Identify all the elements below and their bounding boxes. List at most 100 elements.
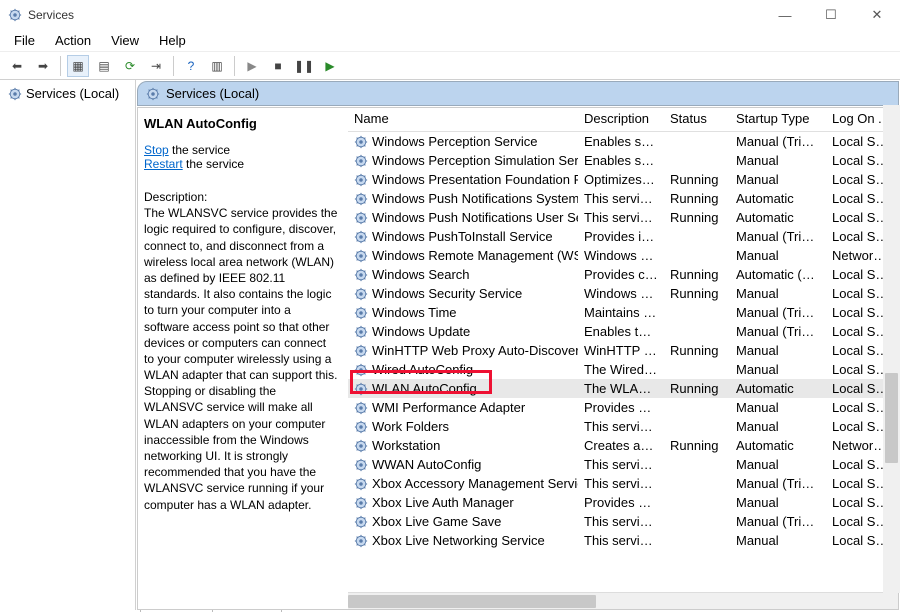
- restart-service-button[interactable]: ▶: [319, 55, 341, 77]
- properties-button[interactable]: ▤: [93, 55, 115, 77]
- show-hide-tree-button[interactable]: ▦: [67, 55, 89, 77]
- forward-button[interactable]: ➡: [32, 55, 54, 77]
- service-startup-type: Manual: [730, 416, 826, 437]
- service-name: Xbox Live Auth Manager: [372, 495, 514, 510]
- service-description: Provides per...: [578, 397, 664, 418]
- stop-service-button[interactable]: ■: [267, 55, 289, 77]
- service-status: [664, 329, 730, 335]
- service-row[interactable]: Windows TimeMaintains d...Manual (Trigg.…: [348, 303, 898, 322]
- maximize-button[interactable]: ☐: [808, 0, 854, 30]
- service-row[interactable]: Windows Presentation Foundation Fo...Opt…: [348, 170, 898, 189]
- gear-icon: [354, 230, 368, 244]
- service-name: Windows PushToInstall Service: [372, 229, 553, 244]
- gear-icon: [354, 458, 368, 472]
- service-row[interactable]: Xbox Live Game SaveThis service ...Manua…: [348, 512, 898, 531]
- service-row[interactable]: Work FoldersThis service ...ManualLocal …: [348, 417, 898, 436]
- service-startup-type: Manual: [730, 492, 826, 513]
- service-status: [664, 367, 730, 373]
- service-startup-type: Manual: [730, 169, 826, 190]
- stop-service-link[interactable]: Stop: [144, 143, 169, 157]
- gear-icon: [146, 87, 160, 101]
- service-status: Running: [664, 435, 730, 456]
- tree-pane: Services (Local): [0, 80, 136, 610]
- service-startup-type: Automatic: [730, 378, 826, 399]
- service-status: [664, 500, 730, 506]
- service-row[interactable]: Windows Perception ServiceEnables spat..…: [348, 132, 898, 151]
- vertical-scrollbar[interactable]: [883, 105, 900, 593]
- service-name: WLAN AutoConfig: [372, 381, 477, 396]
- service-description: This service ...: [578, 416, 664, 437]
- gear-icon: [354, 268, 368, 282]
- service-description: Provides infr...: [578, 226, 664, 247]
- toolbar-divider: [234, 56, 235, 76]
- service-name: Windows Push Notifications User Servi...: [372, 210, 578, 225]
- service-row[interactable]: Xbox Live Networking ServiceThis service…: [348, 531, 898, 550]
- help-button[interactable]: ?: [180, 55, 202, 77]
- service-row[interactable]: WinHTTP Web Proxy Auto-Discovery S...Win…: [348, 341, 898, 360]
- stop-service-line: Stop the service: [144, 143, 338, 157]
- restart-service-link[interactable]: Restart: [144, 157, 183, 171]
- menu-help[interactable]: Help: [151, 31, 194, 50]
- service-row[interactable]: Xbox Accessory Management ServiceThis se…: [348, 474, 898, 493]
- col-description[interactable]: Description: [578, 108, 664, 131]
- service-startup-type: Manual (Trigg...: [730, 511, 826, 532]
- service-startup-type: Automatic (De...: [730, 264, 826, 285]
- gear-icon: [354, 363, 368, 377]
- service-status: Running: [664, 169, 730, 190]
- service-row[interactable]: WLAN AutoConfigThe WLANS...RunningAutoma…: [348, 379, 898, 398]
- service-status: [664, 481, 730, 487]
- service-description: Enables the ...: [578, 321, 664, 342]
- service-startup-type: Automatic: [730, 207, 826, 228]
- service-description: This service ...: [578, 454, 664, 475]
- gear-icon: [354, 420, 368, 434]
- service-name: Xbox Live Game Save: [372, 514, 501, 529]
- service-row[interactable]: Windows PushToInstall Service Provides in…: [348, 227, 898, 246]
- service-row[interactable]: WMI Performance AdapterProvides per...Ma…: [348, 398, 898, 417]
- tree-root-services-local[interactable]: Services (Local): [2, 84, 133, 103]
- right-pane: Services (Local) WLAN AutoConfig Stop th…: [136, 80, 900, 610]
- menu-action[interactable]: Action: [47, 31, 99, 50]
- menu-file[interactable]: File: [6, 31, 43, 50]
- columns-button[interactable]: ▥: [206, 55, 228, 77]
- col-name[interactable]: Name: [348, 108, 578, 131]
- pause-service-button[interactable]: ❚❚: [293, 55, 315, 77]
- detail-pane: WLAN AutoConfig Stop the service Restart…: [138, 108, 348, 609]
- service-row[interactable]: Windows Security ServiceWindows Se...Run…: [348, 284, 898, 303]
- list-header-label: Services (Local): [166, 86, 259, 101]
- service-row[interactable]: Wired AutoConfigThe Wired A...ManualLoca…: [348, 360, 898, 379]
- service-status: Running: [664, 378, 730, 399]
- service-row[interactable]: Xbox Live Auth ManagerProvides aut...Man…: [348, 493, 898, 512]
- service-status: Running: [664, 340, 730, 361]
- back-button[interactable]: ⬅: [6, 55, 28, 77]
- service-name: Xbox Accessory Management Service: [372, 476, 578, 491]
- close-button[interactable]: ✕: [854, 0, 900, 30]
- service-row[interactable]: Windows UpdateEnables the ...Manual (Tri…: [348, 322, 898, 341]
- list-header-bar: Services (Local): [137, 81, 899, 106]
- refresh-button[interactable]: ⟳: [119, 55, 141, 77]
- menu-view[interactable]: View: [103, 31, 147, 50]
- service-status: [664, 310, 730, 316]
- service-status: [664, 139, 730, 145]
- col-status[interactable]: Status: [664, 108, 730, 131]
- gear-icon: [354, 325, 368, 339]
- service-row[interactable]: Windows Perception Simulation ServiceEna…: [348, 151, 898, 170]
- export-button[interactable]: ⇥: [145, 55, 167, 77]
- service-name: Work Folders: [372, 419, 449, 434]
- toolbar-divider: [60, 56, 61, 76]
- start-service-button[interactable]: ▶: [241, 55, 263, 77]
- service-row[interactable]: Windows Push Notifications User Servi...…: [348, 208, 898, 227]
- service-description: The Wired A...: [578, 359, 664, 380]
- titlebar: Services — ☐ ✕: [0, 0, 900, 30]
- service-row[interactable]: Windows Push Notifications System Se...T…: [348, 189, 898, 208]
- minimize-button[interactable]: —: [762, 0, 808, 30]
- service-name: Windows Perception Simulation Service: [372, 153, 578, 168]
- horizontal-scrollbar[interactable]: [348, 592, 898, 609]
- service-row[interactable]: Windows Remote Management (WS-...Windows…: [348, 246, 898, 265]
- service-row[interactable]: Windows SearchProvides co...RunningAutom…: [348, 265, 898, 284]
- service-startup-type: Manual (Trigg...: [730, 226, 826, 247]
- service-row[interactable]: WorkstationCreates and ...RunningAutomat…: [348, 436, 898, 455]
- description-label: Description:: [144, 189, 338, 205]
- service-row[interactable]: WWAN AutoConfigThis service ...ManualLoc…: [348, 455, 898, 474]
- gear-icon: [8, 87, 22, 101]
- col-startup-type[interactable]: Startup Type: [730, 108, 826, 131]
